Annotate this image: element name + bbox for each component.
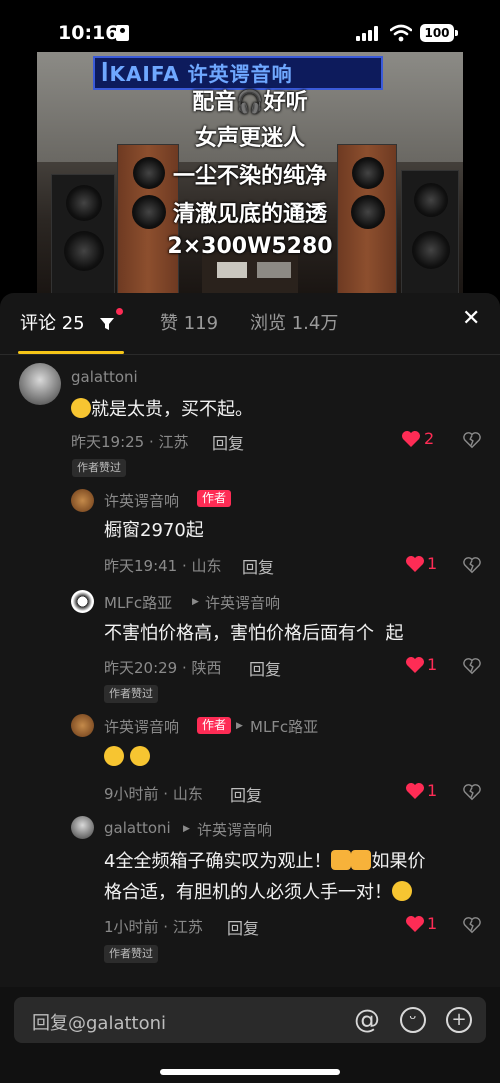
reply-button[interactable]: 回复	[227, 915, 259, 939]
reply-text: 不害怕价格高，害怕价格后面有个 起	[104, 623, 404, 644]
video-player[interactable]: ꟾKAIFA 许英谔音响 配音🎧好听 女声更迷人 一尘不染的纯净 清澈见底的通透…	[37, 52, 463, 294]
reply-username[interactable]: 许英谔音响	[104, 716, 179, 737]
add-icon[interactable]: +	[446, 1007, 472, 1033]
reply-button[interactable]: 回复	[242, 554, 274, 578]
heart-icon[interactable]	[405, 656, 425, 674]
reply-input-placeholder: 回复@galattoni	[32, 1013, 167, 1034]
reply-button[interactable]: 回复	[212, 430, 244, 454]
tab-comments[interactable]: 评论 25	[20, 309, 85, 335]
avatar[interactable]	[71, 590, 94, 613]
broken-heart-icon[interactable]	[463, 916, 481, 934]
home-indicator	[160, 1069, 340, 1075]
store-banner-text: ꟾKAIFA 许英谔音响	[101, 62, 293, 86]
reply-meta: 9小时前 · 山东	[104, 785, 203, 803]
amplifier	[257, 262, 291, 278]
close-icon[interactable]: ✕	[462, 306, 480, 331]
broken-heart-icon[interactable]	[463, 657, 481, 675]
reply-meta: 1小时前 · 江苏	[104, 918, 203, 936]
comment-username[interactable]: galattoni	[71, 368, 138, 386]
comment-text: 就是太贵，买不起。	[71, 394, 253, 425]
author-liked-tag: 作者赞过	[104, 945, 158, 963]
reply-emojis	[104, 742, 150, 773]
thumbs-up-icon	[331, 850, 352, 870]
author-badge: 作者	[197, 490, 232, 507]
tab-comments-label: 评论	[20, 313, 56, 334]
reply-arrow-icon: ▶	[192, 597, 199, 607]
reply-button[interactable]: 回复	[249, 656, 281, 680]
heart-icon[interactable]	[405, 555, 425, 573]
reply-to-username[interactable]: 许英谔音响	[197, 819, 272, 840]
reply-to-username[interactable]: 许英谔音响	[205, 592, 280, 613]
status-time: 10:16	[58, 22, 119, 44]
divider	[0, 354, 500, 355]
video-caption-3: 一尘不染的纯净	[172, 164, 327, 189]
grinning-emoji-icon	[392, 881, 412, 901]
reply-username[interactable]: MLFc路亚	[104, 592, 172, 613]
wifi-icon	[390, 24, 412, 42]
crying-emoji-icon	[71, 398, 91, 418]
reply-text: 4全全频箱子确实叹为观止！ 如果价 格合适，有胆机的人必须人手一对！	[104, 850, 426, 903]
reply-button[interactable]: 回复	[230, 782, 262, 806]
broken-heart-icon[interactable]	[463, 431, 481, 449]
like-count: 1	[427, 655, 438, 674]
tab-likes[interactable]: 赞 119	[160, 309, 218, 335]
video-caption-5: 2×300W5280	[167, 234, 333, 259]
reply-text: 橱窗2970起	[104, 520, 204, 541]
reply-to-username[interactable]: MLFc路亚	[250, 716, 318, 737]
broken-heart-icon[interactable]	[463, 556, 481, 574]
battery-indicator: 100	[420, 24, 458, 42]
reply-arrow-icon: ▶	[183, 824, 190, 834]
tab-views-count: 1.4万	[291, 313, 339, 334]
heart-icon[interactable]	[401, 430, 421, 448]
tab-views-label: 浏览	[250, 313, 286, 334]
laughing-emoji-icon	[104, 746, 124, 766]
reply-username[interactable]: galattoni	[104, 819, 171, 837]
comment-panel: 评论 25 赞 119 浏览 1.4万 ✕ galattoni 就是太贵，买不起…	[0, 293, 500, 1083]
reply-arrow-icon: ▶	[236, 721, 243, 731]
notification-dot	[116, 308, 123, 315]
status-bar: 10:16 100	[0, 0, 500, 52]
thumbs-up-icon	[351, 850, 372, 870]
like-count: 1	[427, 781, 438, 800]
avatar[interactable]	[71, 714, 94, 737]
like-count: 2	[424, 429, 435, 448]
reply-meta: 昨天20:29 · 陕西	[104, 659, 222, 677]
like-count: 1	[427, 554, 438, 573]
like-count: 1	[427, 914, 438, 933]
filter-icon[interactable]	[99, 317, 115, 331]
tab-likes-label: 赞	[160, 313, 178, 334]
author-badge: 作者	[197, 717, 232, 734]
reply-meta: 昨天19:41 · 山东	[104, 557, 222, 575]
avatar[interactable]	[19, 363, 61, 405]
emoji-icon[interactable]: ᵕ	[400, 1007, 426, 1033]
heart-icon[interactable]	[405, 915, 425, 933]
person-icon	[116, 25, 129, 41]
signal-icon	[356, 26, 378, 41]
author-liked-tag: 作者赞过	[72, 459, 126, 477]
avatar[interactable]	[71, 816, 94, 839]
at-mention-icon[interactable]: @	[354, 1007, 380, 1033]
broken-heart-icon[interactable]	[463, 783, 481, 801]
heart-icon[interactable]	[405, 782, 425, 800]
author-liked-tag: 作者赞过	[104, 685, 158, 703]
grinning-emoji-icon	[129, 746, 150, 766]
tab-views[interactable]: 浏览 1.4万	[250, 309, 338, 335]
video-caption-2: 女声更迷人	[194, 126, 305, 151]
comment-tabs: 评论 25 赞 119 浏览 1.4万 ✕	[0, 293, 500, 354]
video-caption-4: 清澈见底的通透	[172, 202, 327, 227]
video-caption-1: 配音🎧好听	[192, 90, 308, 115]
comment-meta: 昨天19:25 · 江苏	[71, 433, 189, 451]
reply-username[interactable]: 许英谔音响	[104, 490, 179, 511]
avatar[interactable]	[71, 489, 94, 512]
tab-comments-count: 25	[61, 313, 85, 334]
amplifier	[217, 262, 247, 278]
tab-likes-count: 119	[183, 313, 219, 334]
